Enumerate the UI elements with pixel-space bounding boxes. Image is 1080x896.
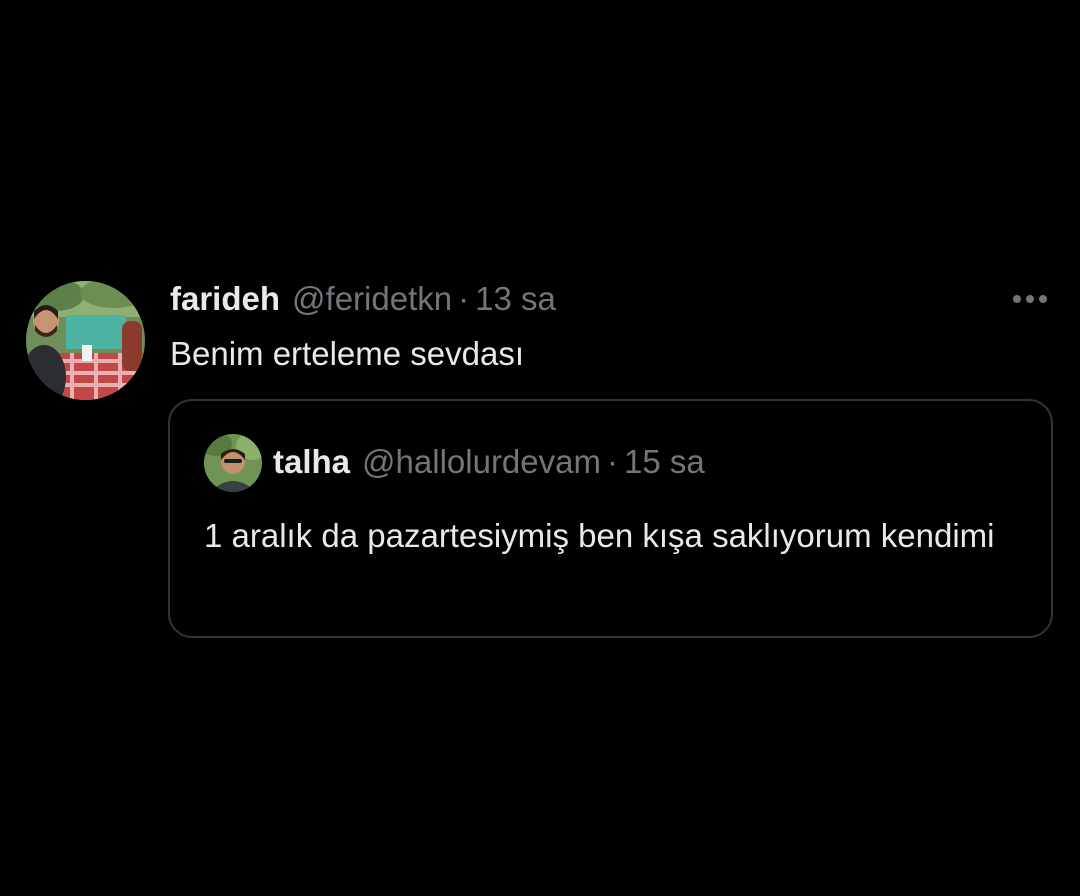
profile-photo-icon <box>26 281 145 400</box>
author-display-name[interactable]: farideh <box>170 278 280 320</box>
quoted-author-handle[interactable]: @hallolurdevam <box>362 441 601 483</box>
quoted-tweet-card[interactable]: talha @hallolurdevam · 15 sa 1 aralık da… <box>168 399 1053 638</box>
profile-photo-icon <box>204 434 262 492</box>
author-handle[interactable]: @feridetkn <box>292 278 452 320</box>
author-avatar[interactable] <box>26 281 145 400</box>
separator: · <box>458 280 470 317</box>
quoted-tweet-text: 1 aralık da pazartesiymiş ben kışa saklı… <box>204 517 995 554</box>
quoted-tweet-timestamp[interactable]: 15 sa <box>624 441 705 483</box>
tweet-header: farideh @feridetkn · 13 sa <box>170 278 556 320</box>
separator: · <box>606 443 618 480</box>
quoted-tweet-header: talha @hallolurdevam · 15 sa <box>273 441 705 483</box>
quoted-author-avatar[interactable] <box>204 434 262 492</box>
tweet-timestamp[interactable]: 13 sa <box>475 278 556 320</box>
tweet-text: Benim erteleme sevdası <box>170 335 524 372</box>
quoted-author-display-name[interactable]: talha <box>273 441 350 483</box>
more-horizontal-icon <box>1013 295 1047 303</box>
more-options-button[interactable] <box>1002 286 1058 312</box>
